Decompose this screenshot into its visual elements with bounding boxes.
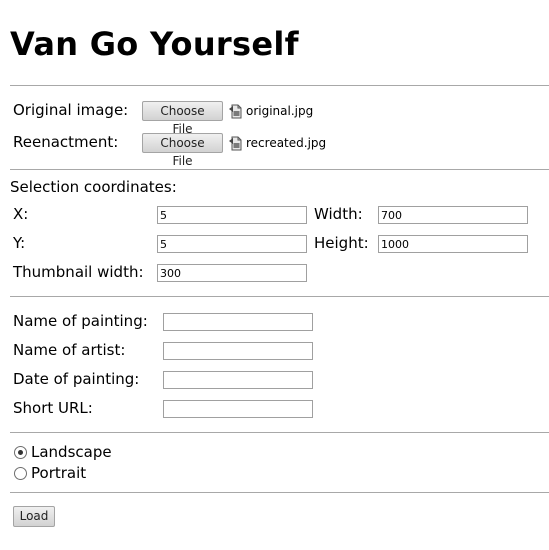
reenactment-filename: recreated.jpg xyxy=(246,136,327,150)
height-label: Height: xyxy=(314,234,369,252)
y-input[interactable] xyxy=(157,235,307,253)
x-input[interactable] xyxy=(157,206,307,224)
painting-name-label: Name of painting: xyxy=(13,312,148,330)
thumbnail-width-label: Thumbnail width: xyxy=(13,263,144,281)
artist-name-input[interactable] xyxy=(163,342,313,360)
portrait-label[interactable]: Portrait xyxy=(31,463,86,483)
load-button[interactable]: Load xyxy=(13,506,55,527)
original-filename: original.jpg xyxy=(246,104,314,118)
landscape-label[interactable]: Landscape xyxy=(31,442,112,462)
page-title: Van Go Yourself xyxy=(10,25,299,63)
short-url-input[interactable] xyxy=(163,400,313,418)
reenactment-choose-file-button[interactable]: Choose File xyxy=(142,133,223,168)
reenactment-label: Reenactment: xyxy=(13,133,119,151)
painting-date-label: Date of painting: xyxy=(13,370,140,388)
divider xyxy=(10,169,549,170)
file-image-icon xyxy=(229,104,242,119)
original-image-label: Original image: xyxy=(13,101,129,119)
radio-selected-dot xyxy=(18,450,23,455)
portrait-radio[interactable] xyxy=(14,467,27,480)
file-image-icon xyxy=(229,136,242,151)
width-label: Width: xyxy=(314,205,363,223)
original-choose-file-button[interactable]: Choose File xyxy=(142,101,223,136)
divider xyxy=(10,296,549,297)
divider xyxy=(10,432,549,433)
landscape-radio[interactable] xyxy=(14,446,27,459)
selection-heading: Selection coordinates: xyxy=(10,178,177,196)
thumbnail-width-input[interactable] xyxy=(157,264,307,282)
width-input[interactable] xyxy=(378,206,528,224)
x-label: X: xyxy=(13,205,29,223)
divider xyxy=(10,85,549,86)
artist-name-label: Name of artist: xyxy=(13,341,126,359)
y-label: Y: xyxy=(13,234,26,252)
height-input[interactable] xyxy=(378,235,528,253)
painting-date-input[interactable] xyxy=(163,371,313,389)
painting-name-input[interactable] xyxy=(163,313,313,331)
divider xyxy=(10,492,549,493)
short-url-label: Short URL: xyxy=(13,399,93,417)
